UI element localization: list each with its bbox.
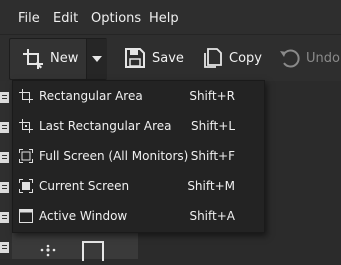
- menu-item-shortcut: Shift+M: [187, 179, 235, 193]
- menu-bar: File Edit Options Help: [0, 0, 341, 35]
- menu-item-shortcut: Shift+F: [190, 149, 235, 163]
- chevron-down-icon: [92, 56, 102, 62]
- menu-help[interactable]: Help: [149, 11, 179, 26]
- undo-button[interactable]: Undo: [278, 35, 340, 81]
- menu-item-shortcut: Shift+R: [189, 89, 235, 103]
- save-button[interactable]: Save: [124, 35, 184, 81]
- copy-icon: [201, 47, 223, 69]
- menu-item-last-rectangular-area[interactable]: Last Rectangular Area Shift+L: [13, 111, 264, 141]
- document-icon: [0, 209, 10, 223]
- menu-item-label: Rectangular Area: [39, 89, 143, 103]
- menu-item-full-screen[interactable]: Full Screen (All Monitors) Shift+F: [13, 141, 264, 171]
- undo-label: Undo: [306, 50, 340, 66]
- new-button-group: New: [9, 38, 107, 80]
- new-screenshot-icon: [22, 48, 44, 74]
- document-icon: [0, 179, 10, 193]
- copy-button[interactable]: Copy: [201, 35, 262, 81]
- menu-item-active-window[interactable]: Active Window Shift+A: [13, 201, 264, 231]
- new-dropdown-button[interactable]: [86, 39, 107, 79]
- rectangular-area-icon: [19, 89, 33, 103]
- document-icon: [0, 239, 10, 253]
- sidebar: [0, 81, 12, 259]
- menu-item-label: Active Window: [39, 209, 128, 223]
- document-icon: [0, 89, 10, 103]
- full-screen-icon: [19, 149, 33, 163]
- menu-item-shortcut: Shift+A: [189, 209, 235, 223]
- menu-file[interactable]: File: [18, 11, 40, 26]
- menu-item-shortcut: Shift+L: [190, 119, 235, 133]
- active-window-icon: [19, 209, 33, 223]
- save-icon: [124, 47, 146, 69]
- menu-item-label: Full Screen (All Monitors): [39, 149, 189, 163]
- document-icon: [0, 149, 10, 163]
- menu-item-label: Last Rectangular Area: [39, 119, 172, 133]
- square-icon[interactable]: [82, 241, 104, 265]
- menu-options[interactable]: Options: [91, 11, 141, 26]
- undo-icon: [278, 47, 300, 69]
- menu-item-label: Current Screen: [39, 179, 130, 193]
- save-label: Save: [152, 50, 184, 66]
- menu-edit[interactable]: Edit: [53, 11, 78, 26]
- document-icon: [0, 119, 10, 133]
- new-button[interactable]: New: [10, 39, 86, 79]
- toolbar: New Save Copy Undo: [0, 35, 341, 81]
- new-dropdown-menu: Rectangular Area Shift+R Last Rectangula…: [12, 80, 265, 233]
- bottom-panel: [12, 231, 138, 263]
- new-button-label: New: [50, 51, 79, 66]
- copy-label: Copy: [229, 50, 262, 66]
- menu-item-current-screen[interactable]: Current Screen Shift+M: [13, 171, 264, 201]
- current-screen-icon: [19, 179, 33, 193]
- menu-item-rectangular-area[interactable]: Rectangular Area Shift+R: [13, 81, 264, 111]
- last-rectangular-area-icon: [19, 119, 33, 133]
- dots-icon[interactable]: [38, 243, 58, 263]
